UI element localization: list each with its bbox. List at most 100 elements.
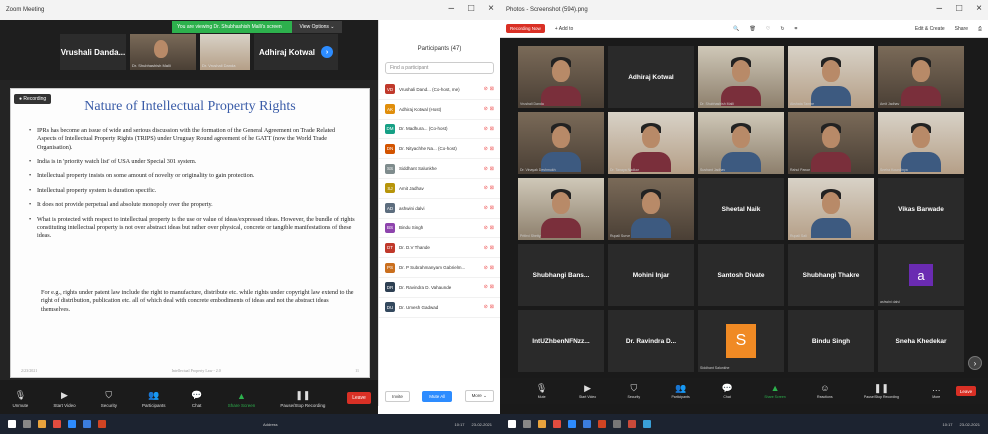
- video-tile[interactable]: Santosh Divate: [698, 244, 784, 306]
- zoom-icon[interactable]: 🔍: [733, 26, 739, 32]
- mute-all-button[interactable]: Mute All: [422, 390, 453, 402]
- video-off-icon[interactable]: ⊠: [490, 304, 494, 310]
- share-screen-button[interactable]: ▲ Share Screen: [228, 391, 256, 408]
- maximize-icon[interactable]: □: [956, 3, 962, 14]
- mic-muted-icon[interactable]: ⊘: [484, 205, 488, 211]
- video-tile[interactable]: Sushant Jadhav: [698, 112, 784, 174]
- mic-muted-icon[interactable]: ⊘: [484, 185, 488, 191]
- video-tile[interactable]: S Siddhant Salunkhe: [698, 310, 784, 372]
- participant-row[interactable]: DN Dr. Nityachhe Na... (Co-host) ⊘ ⊠: [379, 139, 500, 160]
- recording-button[interactable]: ❚❚ Pause/Stop Recording: [864, 383, 899, 400]
- more-button[interactable]: … More: [930, 383, 942, 399]
- video-off-icon[interactable]: ⊠: [490, 146, 494, 152]
- next-page-icon[interactable]: ›: [321, 46, 333, 58]
- start-icon[interactable]: [508, 420, 516, 428]
- print-icon[interactable]: ⎙: [978, 26, 982, 32]
- video-off-icon[interactable]: ⊠: [490, 166, 494, 172]
- reactions-button[interactable]: ☺ Reactions: [817, 383, 833, 399]
- video-tile[interactable]: Vrushali Danda: [518, 46, 604, 108]
- participants-button[interactable]: 👥 Participants: [142, 390, 166, 408]
- video-tile[interactable]: Akshata Tambe: [788, 46, 874, 108]
- invite-button[interactable]: Invite: [385, 390, 410, 402]
- edit-create-button[interactable]: Edit & Create: [915, 26, 945, 32]
- participant-row[interactable]: DT Dr. D.V Thande ⊘ ⊠: [379, 238, 500, 259]
- chat-button[interactable]: 💬 Chat: [721, 383, 733, 400]
- video-tile[interactable]: Amit Jadhav: [878, 46, 964, 108]
- favorite-icon[interactable]: ♡: [766, 26, 770, 32]
- share-button[interactable]: Share: [955, 26, 968, 32]
- participant-row[interactable]: DM Dr. Madhura... (Co-host) ⊘ ⊠: [379, 120, 500, 140]
- start-icon[interactable]: [8, 420, 16, 428]
- recording-indicator[interactable]: ● Recording: [14, 94, 52, 104]
- app-icon[interactable]: [553, 420, 561, 428]
- video-tile[interactable]: Dr. Tanaya Nadkar: [608, 112, 694, 174]
- chrome-icon[interactable]: [613, 420, 621, 428]
- participant-row[interactable]: AK Adhiraj Kotwal (Host) ⊘ ⊠: [379, 100, 500, 120]
- video-tile[interactable]: Dr. Vinayak Deshmukh: [518, 112, 604, 174]
- search-icon[interactable]: [23, 420, 31, 428]
- mic-muted-icon[interactable]: ⊘: [484, 166, 488, 172]
- mic-muted-icon[interactable]: ⊘: [484, 284, 488, 290]
- mic-muted-icon[interactable]: ⊘: [484, 304, 488, 310]
- delete-icon[interactable]: 🗑: [750, 26, 756, 32]
- powerpoint-icon[interactable]: [98, 420, 106, 428]
- participant-row[interactable]: DU Dr. Umesh Gadwad ⊘ ⊠: [379, 298, 500, 318]
- video-tile[interactable]: Sneha Khedekar: [878, 310, 964, 372]
- minimize-icon[interactable]: –: [937, 3, 943, 14]
- start-video-button[interactable]: ▶ Start Video: [579, 383, 596, 400]
- video-tile[interactable]: Prithvi Shetty: [518, 178, 604, 240]
- folder-icon[interactable]: [38, 420, 46, 428]
- word-icon[interactable]: [83, 420, 91, 428]
- video-off-icon[interactable]: ⊠: [490, 126, 494, 132]
- zoom-icon[interactable]: [568, 420, 576, 428]
- word-icon[interactable]: [583, 420, 591, 428]
- search-icon[interactable]: [523, 420, 531, 428]
- mic-muted-icon[interactable]: ⊘: [484, 245, 488, 251]
- participant-row[interactable]: DR Dr. Ravindra D. Vahaunde ⊘ ⊠: [379, 278, 500, 298]
- zoom-icon[interactable]: [68, 420, 76, 428]
- start-video-button[interactable]: ▶ Start Video: [53, 390, 75, 408]
- video-off-icon[interactable]: ⊠: [490, 185, 494, 191]
- leave-button[interactable]: Leave: [347, 392, 371, 404]
- video-tile[interactable]: IntUZhbenNFNzz...: [518, 310, 604, 372]
- video-off-icon[interactable]: ⊠: [490, 225, 494, 231]
- participant-row[interactable]: BS Bindu Singh ⊘ ⊠: [379, 219, 500, 239]
- share-screen-button[interactable]: ▲ Share Screen: [764, 383, 785, 399]
- mic-muted-icon[interactable]: ⊘: [484, 146, 488, 152]
- mic-muted-icon[interactable]: ⊘: [484, 265, 488, 271]
- powerpoint-icon[interactable]: [598, 420, 606, 428]
- video-off-icon[interactable]: ⊠: [490, 284, 494, 290]
- video-tile[interactable]: Dr. Shubhashish Malli: [130, 34, 196, 70]
- video-tile[interactable]: Shubhangi Bans...: [518, 244, 604, 306]
- unmute-button[interactable]: 🎙 Unmute: [13, 390, 29, 408]
- photos-icon[interactable]: [643, 420, 651, 428]
- video-off-icon[interactable]: ⊠: [490, 265, 494, 271]
- maximize-icon[interactable]: □: [468, 3, 474, 14]
- video-off-icon[interactable]: ⊠: [490, 245, 494, 251]
- video-tile[interactable]: Rupali Surve: [608, 178, 694, 240]
- close-icon[interactable]: ×: [488, 3, 494, 14]
- recording-button[interactable]: ❚❚ Pause/Stop Recording: [280, 390, 325, 408]
- rotate-icon[interactable]: ↻: [780, 26, 784, 32]
- crop-icon[interactable]: ⌗: [795, 26, 798, 32]
- folder-icon[interactable]: [538, 420, 546, 428]
- pdf-icon[interactable]: [628, 420, 636, 428]
- participant-row[interactable]: PS Dr. P Subrahmanyam Gabrielm... ⊘ ⊠: [379, 258, 500, 278]
- next-page-icon[interactable]: ›: [968, 356, 982, 370]
- leave-button[interactable]: Leave: [956, 386, 976, 396]
- security-button[interactable]: ⛉ Security: [101, 390, 117, 408]
- recording-button[interactable]: Recording Now: [506, 24, 545, 33]
- mic-muted-icon[interactable]: ⊘: [484, 106, 488, 112]
- video-tile[interactable]: Bindu Singh: [788, 310, 874, 372]
- video-tile[interactable]: Vikas Barwade: [878, 178, 964, 240]
- video-tile[interactable]: Adhiraj Kotwal: [608, 46, 694, 108]
- video-off-icon[interactable]: ⊠: [490, 86, 494, 92]
- participant-row[interactable]: SJ Amit Jadhav ⊘ ⊠: [379, 179, 500, 199]
- video-tile[interactable]: Sneha Koundinya: [878, 112, 964, 174]
- mic-muted-icon[interactable]: ⊘: [484, 126, 488, 132]
- video-tile[interactable]: Dr. Shubhashish Malli: [698, 46, 784, 108]
- app-icon[interactable]: [53, 420, 61, 428]
- participants-button[interactable]: 👥 Participants: [671, 383, 689, 400]
- video-tile[interactable]: Dr. Vrushali Danda: [200, 34, 250, 70]
- minimize-icon[interactable]: –: [449, 3, 455, 14]
